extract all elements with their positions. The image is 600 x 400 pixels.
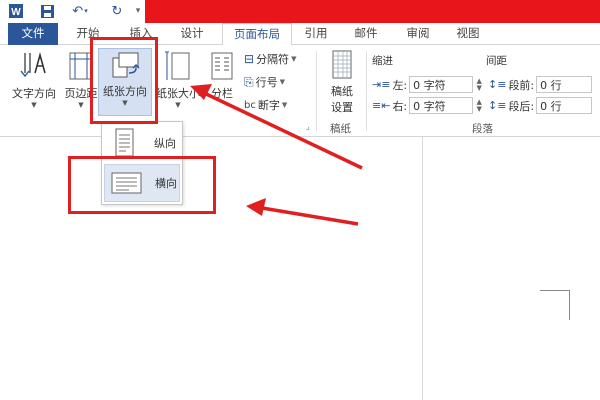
spacing-before-row: ↕≡ 段前: 0 行 — [488, 76, 593, 93]
columns-icon — [211, 52, 233, 80]
chevron-down-icon: ▼ — [175, 101, 181, 109]
line-numbers-icon: ⎘ — [244, 74, 254, 89]
indent-right-row: ≡⇤ 右: 0 字符 ▲ ▼ — [372, 97, 483, 114]
spacing-before-input[interactable]: 0 行 — [536, 76, 593, 93]
breaks-icon: ⊟ — [244, 52, 255, 66]
tab-file[interactable]: 文件 — [8, 23, 58, 45]
customize-qat-icon[interactable]: ▾ — [132, 2, 144, 20]
hyphenation-icon: bc — [244, 99, 256, 111]
margin-corner-mark — [540, 290, 570, 320]
manuscript-label-line1: 稿纸 — [331, 85, 353, 98]
indent-left-input[interactable]: 0 字符 — [409, 76, 474, 93]
size-button[interactable]: 纸张大小 ▼ — [152, 49, 204, 109]
indent-left-icon: ⇥≡ — [372, 78, 391, 91]
hyphenation-label: 断字 — [257, 99, 280, 112]
redo-icon[interactable]: ↻ — [106, 2, 128, 20]
spacing-after-icon: ↕≡ — [488, 99, 507, 112]
spacing-after-input[interactable]: 0 行 — [536, 97, 593, 114]
save-icon[interactable] — [36, 2, 58, 20]
manuscript-group-label: 稿纸 — [330, 123, 351, 135]
tab-mailings[interactable]: 邮件 — [346, 23, 386, 45]
indent-left-label: 左: — [392, 78, 408, 92]
spacing-after-row: ↕≡ 段后: 0 行 — [488, 97, 593, 114]
indent-right-icon: ≡⇤ — [372, 99, 391, 112]
columns-button[interactable]: 分栏 — [204, 49, 240, 101]
columns-label: 分栏 — [211, 87, 233, 100]
indent-left-row: ⇥≡ 左: 0 字符 ▲ ▼ — [372, 76, 483, 93]
text-direction-label: 文字方向 — [12, 87, 56, 100]
chevron-down-icon: ▼ — [31, 101, 37, 109]
group-separator — [316, 51, 317, 131]
word-icon[interactable]: W — [6, 2, 26, 20]
spin-arrows-icon[interactable]: ▲ ▼ — [475, 77, 483, 92]
hyphenation-button[interactable]: bc 断字 ▼ — [244, 97, 287, 113]
spacing-before-label: 段前: — [508, 78, 535, 92]
breaks-label: 分隔符 — [256, 53, 290, 66]
manuscript-settings-button[interactable]: 稿纸 设置 — [322, 49, 362, 115]
indent-left-value: 0 字符 — [413, 78, 446, 92]
indent-right-value: 0 字符 — [413, 99, 446, 113]
spacing-before-icon: ↕≡ — [488, 78, 507, 91]
paper-size-icon — [165, 51, 190, 80]
line-numbers-button[interactable]: ⎘ 行号 ▼ — [244, 74, 285, 90]
word-window: W ↶ ▾ ↻ ▾ 文件 开始 插入 设计 页面布局 引用 邮件 审阅 视图 文字… — [0, 0, 600, 400]
tab-references[interactable]: 引用 — [298, 23, 334, 45]
spacing-after-value: 0 行 — [540, 99, 562, 113]
manuscript-icon — [332, 50, 352, 79]
size-label: 纸张大小 — [156, 87, 200, 100]
indent-header: 缩进 — [372, 55, 393, 67]
line-numbers-label: 行号 — [255, 76, 278, 89]
annotation-box-orientation — [90, 37, 158, 124]
annotation-box-landscape — [68, 156, 216, 214]
tab-design[interactable]: 设计 — [172, 23, 212, 45]
title-bar: W ↶ ▾ ↻ ▾ — [0, 0, 600, 23]
text-direction-button[interactable]: 文字方向 ▼ — [8, 49, 60, 109]
spacing-before-value: 0 行 — [540, 78, 562, 92]
tab-review[interactable]: 审阅 — [398, 23, 438, 45]
portrait-label: 纵向 — [154, 137, 176, 150]
page-setup-launcher-icon[interactable]: ⌟ — [306, 122, 310, 131]
svg-text:W: W — [11, 7, 21, 18]
chevron-down-icon: ▼ — [281, 101, 288, 109]
portrait-page-icon — [115, 128, 134, 157]
chevron-down-icon: ▼ — [291, 55, 297, 63]
group-separator — [366, 51, 367, 131]
spacing-header: 间距 — [486, 55, 507, 67]
undo-icon[interactable]: ↶ ▾ — [66, 2, 94, 20]
chevron-down-icon: ▼ — [279, 78, 285, 86]
indent-right-label: 右: — [392, 99, 408, 113]
tab-view[interactable]: 视图 — [448, 23, 488, 45]
breaks-button[interactable]: ⊟ 分隔符 ▼ — [244, 51, 296, 67]
text-direction-icon — [20, 52, 46, 78]
paragraph-group-label: 段落 — [472, 123, 493, 135]
manuscript-label-line2: 设置 — [331, 101, 353, 114]
page-edge — [422, 137, 423, 400]
tab-page-layout[interactable]: 页面布局 — [222, 23, 292, 46]
spin-arrows-icon[interactable]: ▲ ▼ — [475, 98, 483, 113]
indent-right-input[interactable]: 0 字符 — [409, 97, 474, 114]
title-redaction — [145, 0, 600, 23]
spacing-after-label: 段后: — [508, 99, 535, 113]
